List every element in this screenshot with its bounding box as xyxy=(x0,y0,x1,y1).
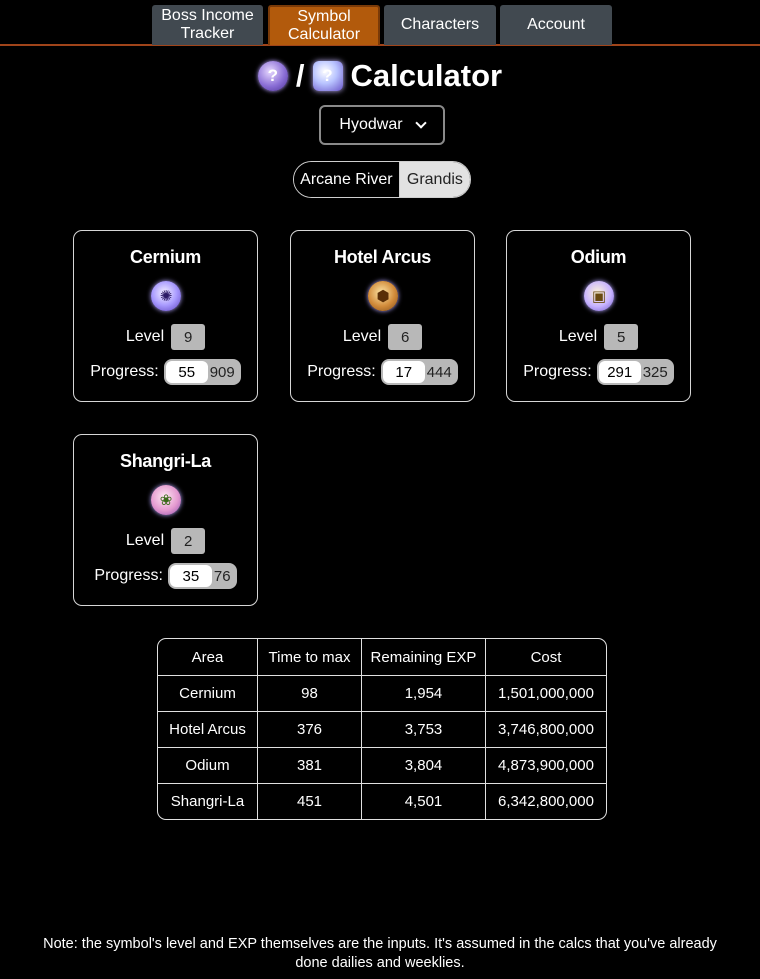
tab-symbol-calculator[interactable]: Symbol Calculator xyxy=(268,5,380,45)
progress-max: 909 xyxy=(209,363,235,381)
table-cell: Shangri-La xyxy=(170,793,245,810)
table-cell: 376 xyxy=(257,712,361,747)
level-input[interactable]: 9 xyxy=(171,324,206,350)
odium-symbol-icon: ▣ xyxy=(584,281,614,311)
table-row: Shangri-La 451 4,501 6,342,800,000 xyxy=(158,783,606,819)
title-text: Calculator xyxy=(350,58,503,93)
toggle-grandis[interactable]: Grandis xyxy=(399,162,470,197)
table-cell: 1,501,000,000 xyxy=(485,676,606,711)
area-card-cernium: Cernium ✺ Level 9 Progress: 55 909 xyxy=(73,230,258,402)
tab-label: Characters xyxy=(400,16,480,33)
table-cell: 3,746,800,000 xyxy=(485,712,606,747)
table-row: Odium 381 3,804 4,873,900,000 xyxy=(158,747,606,783)
summary-table: Area Time to max Remaining EXP Cost Cern… xyxy=(157,638,607,820)
footer-note: Note: the symbol's level and EXP themsel… xyxy=(10,935,750,973)
character-select[interactable]: Hyodwar xyxy=(319,105,445,145)
progress-max: 76 xyxy=(213,567,231,585)
cernium-symbol-icon: ✺ xyxy=(151,281,181,311)
tab-label: Account xyxy=(527,16,585,33)
level-input[interactable]: 6 xyxy=(388,324,423,350)
progress-max: 325 xyxy=(642,363,668,381)
tab-label: Symbol Calculator xyxy=(287,8,361,43)
level-row: Level 9 xyxy=(74,324,257,350)
progress-input[interactable]: 55 xyxy=(165,361,208,383)
tab-characters[interactable]: Characters xyxy=(384,5,496,45)
table-cell: 4,873,900,000 xyxy=(485,748,606,783)
level-label: Level xyxy=(558,328,598,345)
tab-label: Boss Income Tracker xyxy=(161,7,254,42)
level-row: Level 5 xyxy=(507,324,690,350)
level-row: Level 2 xyxy=(74,528,257,554)
progress-label: Progress: xyxy=(90,363,159,380)
region-toggle: Arcane River Grandis xyxy=(293,161,471,198)
column-header: Time to max xyxy=(257,639,361,675)
table-cell: 4,501 xyxy=(361,784,485,819)
table-cell: 381 xyxy=(257,748,361,783)
progress-field: 291 325 xyxy=(596,359,674,385)
table-cell: Hotel Arcus xyxy=(169,721,246,738)
character-select-value: Hyodwar xyxy=(339,116,403,133)
area-name: Hotel Arcus xyxy=(333,247,432,267)
area-name: Odium xyxy=(570,247,627,267)
level-label: Level xyxy=(125,532,165,549)
table-cell: Odium xyxy=(185,757,230,774)
area-name: Shangri-La xyxy=(119,451,211,471)
top-nav: Boss Income Tracker Symbol Calculator Char… xyxy=(0,0,760,46)
area-name: Cernium xyxy=(130,247,201,267)
table-row: Hotel Arcus 376 3,753 3,746,800,000 xyxy=(158,711,606,747)
shangri-la-symbol-icon: ❀ xyxy=(151,485,181,515)
table-cell: 98 xyxy=(257,676,361,711)
table-row: Cernium 98 1,954 1,501,000,000 xyxy=(158,675,606,711)
title-separator: / xyxy=(295,58,305,93)
level-input[interactable]: 2 xyxy=(171,528,206,554)
progress-input[interactable]: 17 xyxy=(382,361,425,383)
arcane-symbol-icon: ? xyxy=(257,61,288,91)
note-line-2: done dailies and weeklies. xyxy=(295,955,465,971)
column-header: Remaining EXP xyxy=(361,639,485,675)
level-row: Level 6 xyxy=(291,324,474,350)
table-cell: 6,342,800,000 xyxy=(485,784,606,819)
area-card-shangri-la: Shangri-La ❀ Level 2 Progress: 35 76 xyxy=(73,434,258,606)
toggle-arcane-river[interactable]: Arcane River xyxy=(294,162,400,197)
progress-max: 444 xyxy=(426,363,452,381)
progress-input[interactable]: 35 xyxy=(169,565,212,587)
note-line-1: Note: the symbol's level and EXP themsel… xyxy=(43,936,717,952)
progress-input[interactable]: 291 xyxy=(598,361,641,383)
progress-label: Progress: xyxy=(94,567,163,584)
table-cell: 3,753 xyxy=(361,712,485,747)
level-label: Level xyxy=(125,328,165,345)
tab-boss-income-tracker[interactable]: Boss Income Tracker xyxy=(152,5,263,45)
progress-label: Progress: xyxy=(307,363,376,380)
progress-row: Progress: 291 325 xyxy=(507,359,690,385)
area-card-odium: Odium ▣ Level 5 Progress: 291 325 xyxy=(506,230,691,402)
column-header: Area xyxy=(191,648,224,666)
column-header: Cost xyxy=(485,639,606,675)
area-card-hotel-arcus: Hotel Arcus ⬢ Level 6 Progress: 17 444 xyxy=(290,230,475,402)
table-cell: 1,954 xyxy=(361,676,485,711)
level-input[interactable]: 5 xyxy=(604,324,639,350)
table-header-row: Area Time to max Remaining EXP Cost xyxy=(158,639,606,675)
progress-row: Progress: 35 76 xyxy=(74,563,257,589)
level-label: Level xyxy=(342,328,382,345)
chevron-down-icon xyxy=(414,116,427,129)
page-title: ? / ? Calculator xyxy=(0,56,760,96)
table-cell: 451 xyxy=(257,784,361,819)
hotel-arcus-symbol-icon: ⬢ xyxy=(368,281,398,311)
table-cell: Cernium xyxy=(179,685,236,702)
progress-field: 17 444 xyxy=(380,359,458,385)
tab-account[interactable]: Account xyxy=(500,5,612,45)
progress-row: Progress: 17 444 xyxy=(291,359,474,385)
progress-field: 55 909 xyxy=(163,359,241,385)
progress-row: Progress: 55 909 xyxy=(74,359,257,385)
grandis-symbol-icon: ? xyxy=(312,61,343,91)
table-cell: 3,804 xyxy=(361,748,485,783)
progress-label: Progress: xyxy=(523,363,592,380)
progress-field: 35 76 xyxy=(167,563,237,589)
